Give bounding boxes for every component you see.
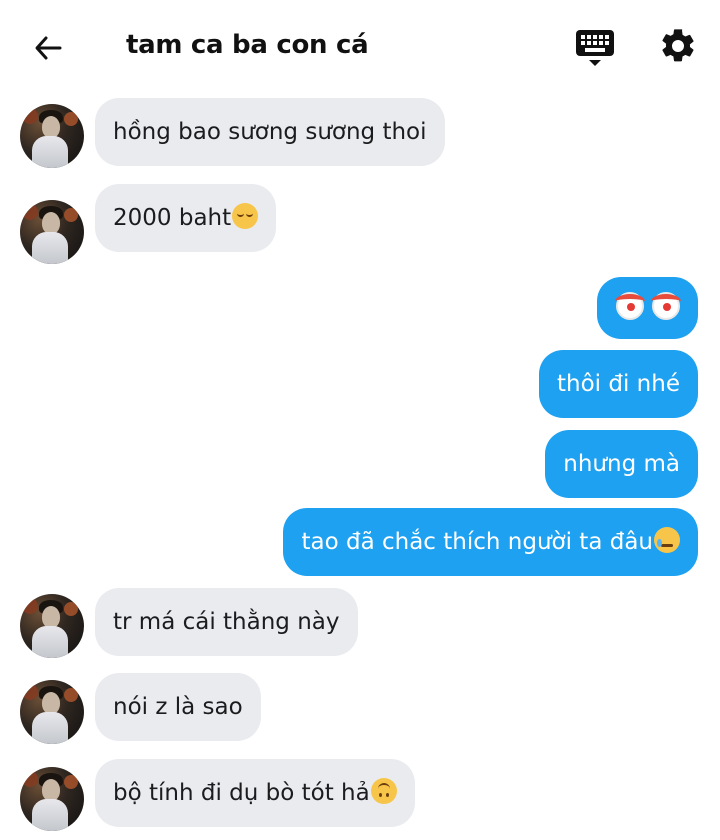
gear-icon bbox=[662, 29, 694, 62]
message-outgoing: thôi đi nhé bbox=[0, 350, 720, 420]
face-holding-back-tears-icon bbox=[654, 527, 680, 553]
message-text: 2000 baht bbox=[113, 205, 232, 231]
message-bubble[interactable]: 2000 baht bbox=[95, 184, 277, 252]
message-text: bộ tính đi dụ bò tót hả bbox=[113, 780, 370, 806]
message-text: tao đã chắc thích người ta đâu bbox=[301, 529, 653, 555]
settings-button[interactable] bbox=[658, 26, 698, 66]
message-incoming: hồng bao sương sương thoi bbox=[0, 98, 720, 168]
message-bubble[interactable]: nói z là sao bbox=[95, 673, 261, 741]
message-bubble[interactable]: tr má cái thằng này bbox=[95, 588, 358, 656]
avatar[interactable] bbox=[20, 104, 84, 168]
conversation-title: tam ca ba con cá bbox=[126, 30, 369, 60]
upside-down-face-icon bbox=[370, 778, 397, 804]
message-bubble[interactable]: thôi đi nhé bbox=[539, 350, 698, 418]
message-bubble[interactable]: tao đã chắc thích người ta đâu bbox=[283, 508, 698, 576]
keyboard-icon bbox=[576, 30, 614, 66]
message-text: nhưng mà bbox=[563, 451, 680, 477]
clown-face-icon bbox=[614, 292, 645, 320]
message-incoming: 2000 baht bbox=[0, 184, 720, 264]
back-button[interactable] bbox=[28, 28, 68, 68]
arrow-left-icon bbox=[35, 36, 62, 60]
avatar[interactable] bbox=[20, 680, 84, 744]
avatar[interactable] bbox=[20, 200, 84, 264]
message-text: thôi đi nhé bbox=[557, 371, 680, 397]
message-outgoing: nhưng mà bbox=[0, 430, 720, 500]
message-text: tr má cái thằng này bbox=[113, 609, 340, 635]
message-bubble[interactable]: bộ tính đi dụ bò tót hả bbox=[95, 759, 415, 827]
message-bubble[interactable]: nhưng mà bbox=[545, 430, 698, 498]
message-text: hồng bao sương sương thoi bbox=[113, 119, 427, 145]
message-incoming: tr má cái thằng này bbox=[0, 588, 720, 658]
keyboard-button[interactable] bbox=[574, 28, 616, 68]
message-bubble[interactable] bbox=[596, 277, 698, 339]
chat-header: tam ca ba con cá bbox=[0, 0, 720, 96]
message-outgoing: tao đã chắc thích người ta đâu bbox=[0, 508, 720, 578]
message-incoming: bộ tính đi dụ bò tót hả bbox=[0, 759, 720, 835]
message-outgoing bbox=[0, 277, 720, 343]
relieved-face-icon bbox=[232, 203, 259, 229]
message-bubble[interactable]: hồng bao sương sương thoi bbox=[95, 98, 445, 166]
message-incoming: nói z là sao bbox=[0, 673, 720, 744]
avatar[interactable] bbox=[20, 767, 84, 831]
avatar[interactable] bbox=[20, 594, 84, 658]
message-text: nói z là sao bbox=[113, 694, 243, 720]
clown-face-icon bbox=[651, 292, 681, 320]
